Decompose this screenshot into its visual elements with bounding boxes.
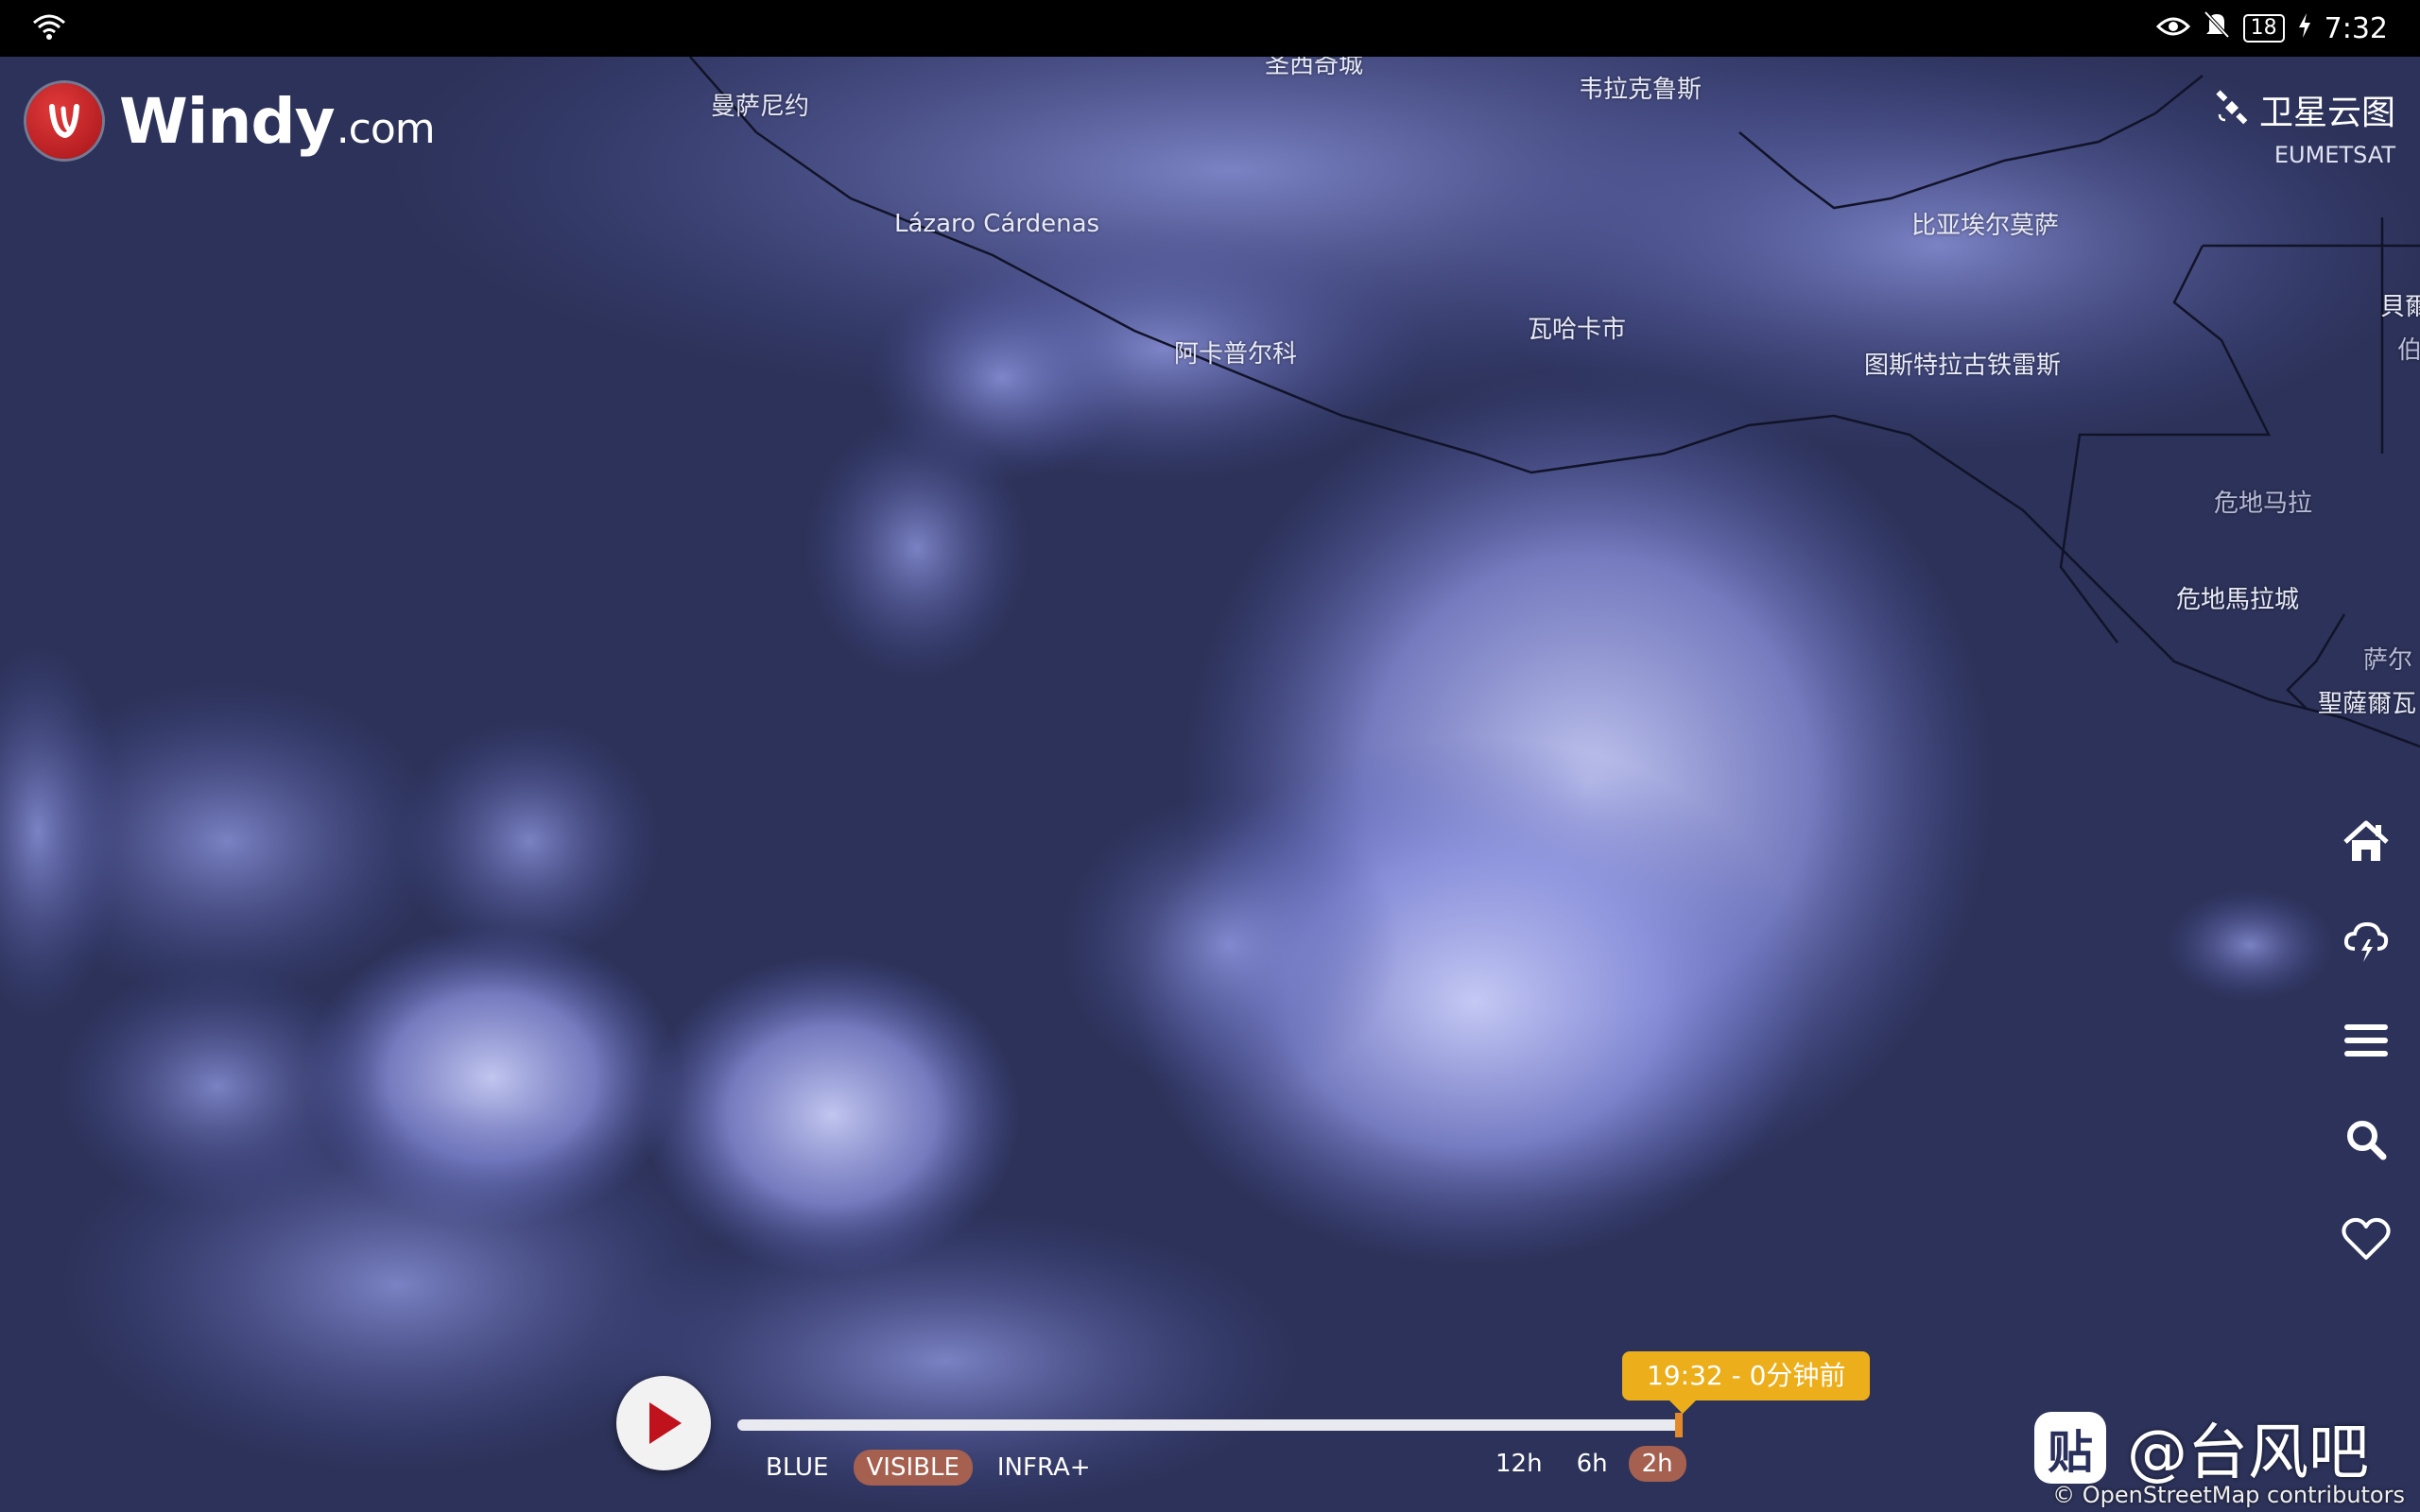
search-icon — [2347, 1121, 2387, 1160]
storm-cloud-icon — [2343, 921, 2389, 962]
favorites-button[interactable] — [2340, 1214, 2393, 1263]
map-attribution[interactable]: © OpenStreetMap contributors — [2052, 1482, 2405, 1508]
place-label: 比亚埃尔莫萨 — [1911, 212, 2060, 240]
satellite-map[interactable]: 圣西奇城 曼萨尼约 韦拉克鲁斯 Lázaro Cárdenas 比亚埃尔莫萨 瓦… — [0, 57, 2420, 1512]
side-toolbar — [2333, 817, 2399, 1263]
satellite-imagery — [0, 57, 2420, 1512]
weather-alert-button[interactable] — [2340, 917, 2393, 966]
range-2h[interactable]: 2h — [1628, 1446, 1686, 1482]
place-label: 危地馬拉城 — [2176, 586, 2300, 614]
search-button[interactable] — [2340, 1115, 2393, 1164]
layer-info[interactable]: 卫星云图 EUMETSAT — [2214, 85, 2395, 168]
play-icon — [649, 1402, 682, 1444]
place-label: 圣西奇城 — [1265, 57, 1364, 79]
place-label: 阿卡普尔科 — [1174, 340, 1298, 369]
eye-comfort-icon — [2155, 12, 2190, 45]
place-label: 曼萨尼约 — [711, 93, 810, 121]
channel-infra[interactable]: INFRA+ — [984, 1450, 1104, 1486]
place-label: 韦拉克鲁斯 — [1579, 76, 1703, 104]
channel-blue[interactable]: BLUE — [752, 1450, 842, 1486]
windy-logo-icon — [26, 83, 102, 159]
windy-logo[interactable]: Windy.com — [26, 83, 436, 159]
clock: 7:32 — [2324, 11, 2388, 45]
place-label: 萨尔 — [2363, 646, 2413, 675]
home-icon — [2343, 820, 2389, 861]
satellite-icon — [2214, 90, 2250, 129]
range-selector: 12h 6h 2h — [1482, 1444, 1686, 1484]
place-label: 伯 — [2397, 336, 2420, 365]
range-6h[interactable]: 6h — [1564, 1446, 1621, 1482]
place-label: 图斯特拉古铁雷斯 — [1864, 352, 2062, 380]
watermark-text: @台风吧 — [2127, 1418, 2369, 1488]
range-12h[interactable]: 12h — [1482, 1446, 1556, 1482]
hamburger-icon — [2344, 1024, 2388, 1057]
place-label: Lázaro Cárdenas — [894, 210, 1100, 238]
heart-icon — [2342, 1217, 2391, 1260]
layer-source: EUMETSAT — [2273, 142, 2395, 168]
wifi-icon — [32, 11, 66, 45]
mute-bell-icon — [2204, 10, 2230, 46]
timeline-handle[interactable] — [1675, 1413, 1683, 1437]
place-label: 危地马拉 — [2214, 490, 2313, 518]
timeline-track[interactable] — [737, 1419, 1683, 1431]
place-label: 聖薩爾瓦 — [2318, 690, 2417, 718]
play-button[interactable] — [616, 1376, 711, 1470]
tieba-logo: 贴 — [2034, 1412, 2106, 1484]
watermark: 贴 @台风吧 — [2034, 1404, 2369, 1491]
status-bar: 18 7:32 — [0, 0, 2420, 57]
channel-visible[interactable]: VISIBLE — [853, 1450, 973, 1486]
place-label: 貝爾 — [2380, 293, 2420, 321]
charging-icon — [2298, 12, 2311, 45]
menu-button[interactable] — [2340, 1016, 2393, 1065]
channel-selector: BLUE VISIBLE INFRA+ — [752, 1448, 1104, 1487]
battery-level: 18 — [2242, 14, 2285, 43]
layer-title: 卫星云图 — [2258, 94, 2395, 132]
home-button[interactable] — [2340, 817, 2393, 867]
timeline-tooltip: 19:32 - 0分钟前 — [1622, 1351, 1871, 1414]
place-label: 瓦哈卡市 — [1528, 316, 1627, 344]
brand-name: Windy.com — [119, 84, 436, 158]
